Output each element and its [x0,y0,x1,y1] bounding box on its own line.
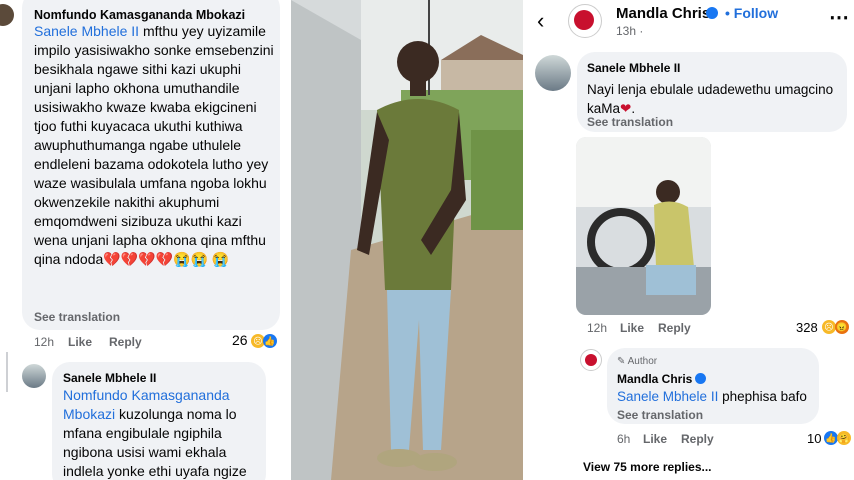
like-button[interactable]: Like [643,432,667,446]
reply-text: Sanele Mbhele II phephisa bafo [617,387,807,406]
heart-icon: ❤ [620,101,632,116]
emoji-last: 😭 [211,251,230,267]
comment-text: Nayi lenja ebulale udadewethu umagcino k… [587,82,834,116]
reply-body: phephisa bafo [718,389,807,404]
pen-icon: ✎ [617,356,626,367]
left-comment-panel: Nomfundo Kamasgananda Mbokazi Sanele Mbh… [0,0,291,480]
reply-button[interactable]: Reply [109,335,142,349]
reaction-count[interactable]: 328 [796,320,818,335]
sad-reaction-icon: ☹ [822,320,836,334]
logo-icon [585,354,597,366]
avatar[interactable] [22,364,46,388]
comment-body: mfthu yey uyizamile impilo yasisiwakho s… [34,23,274,267]
like-button[interactable]: Like [620,321,644,335]
see-translation-link[interactable]: See translation [587,115,673,129]
comment-photo[interactable] [576,137,711,315]
like-button[interactable]: Like [68,335,92,349]
page-name[interactable]: Mandla Chris [616,5,710,22]
reply-time: 6h [617,432,631,446]
reply-author[interactable]: Mandla Chris [617,372,692,386]
author-badge: ✎ Author [617,356,657,367]
man-standing-photo [291,0,523,480]
avatar[interactable] [535,55,571,91]
author-badge-label: Author [627,356,658,367]
care-reaction-icon: 🤗 [837,431,851,445]
reaction-count[interactable]: 26 [232,332,248,348]
reply-meta: 6h Like Reply 10 👍 🤗 [617,431,854,446]
photo-panel [291,0,523,480]
car-photo [576,137,711,315]
follow-button[interactable]: • Follow [725,5,778,21]
post-time: 13h · [616,24,644,38]
reply-button[interactable]: Reply [681,432,714,446]
like-reaction-icon: 👍 [263,334,277,348]
author-avatar[interactable] [580,349,602,371]
mention-link[interactable]: Sanele Mbhele II [34,23,139,39]
angry-reaction-icon: 😠 [835,320,849,334]
see-translation-link[interactable]: See translation [34,310,120,324]
view-more-replies-link[interactable]: View 75 more replies... [583,460,712,474]
mention-link[interactable]: Sanele Mbhele II [617,389,718,404]
reply-text: Nomfundo Kamasgananda Mbokazi kuzolunga … [63,386,263,480]
reply-author[interactable]: Sanele Mbhele II [63,371,156,385]
verified-badge-icon [706,7,718,19]
reaction-count[interactable]: 10 [807,431,821,446]
like-reaction-icon: 👍 [824,431,838,445]
reply-button[interactable]: Reply [658,321,691,335]
comment-time: 12h [587,321,608,335]
comment-meta: 12h Like Reply 328 ☹ 😠 [587,320,849,335]
logo-icon [574,10,594,30]
emoji-tail: 💔💔💔💔😭😭 [103,251,208,267]
comment-author[interactable]: Nomfundo Kamasgananda Mbokazi [34,8,245,22]
right-post-panel: ‹ Mandla Chris • Follow 13h · ⋯ Sanele M… [523,0,854,480]
see-translation-link[interactable]: See translation [617,408,703,422]
comment-time: 12h [34,335,55,349]
back-arrow-icon[interactable]: ‹ [537,8,544,34]
comment-meta: 12h Like Reply 26 ☹ 👍 [34,332,284,349]
page-avatar[interactable] [568,4,602,38]
verified-badge-icon [695,373,706,384]
more-icon[interactable]: ⋯ [829,5,849,30]
comment-text: Sanele Mbhele II mfthu yey uyizamile imp… [34,22,274,269]
comment-author[interactable]: Sanele Mbhele II [587,61,680,75]
avatar[interactable] [0,4,14,26]
thread-line [6,352,8,392]
